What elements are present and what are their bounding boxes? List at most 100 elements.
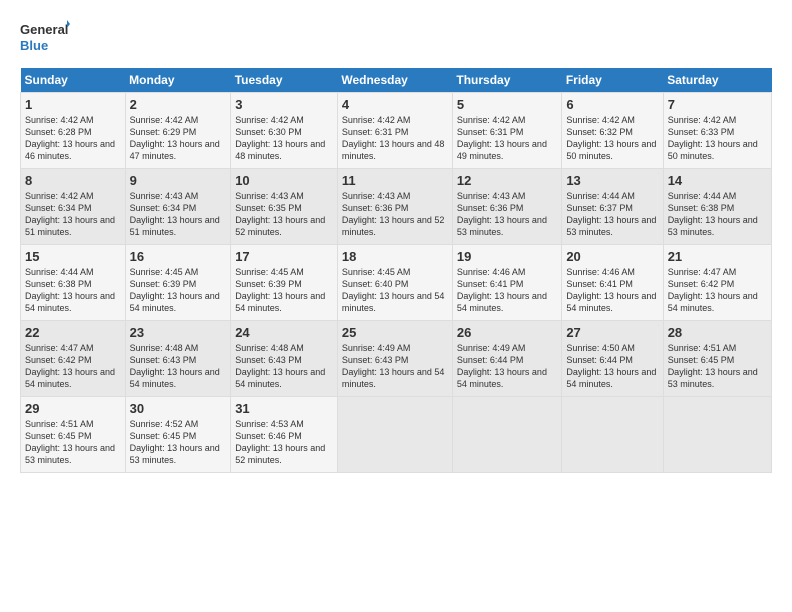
day-number: 29 <box>25 401 121 416</box>
header-day-sunday: Sunday <box>21 68 126 93</box>
calendar-cell: 18 Sunrise: 4:45 AMSunset: 6:40 PMDaylig… <box>337 245 452 321</box>
cell-info: Sunrise: 4:42 AMSunset: 6:31 PMDaylight:… <box>457 115 547 161</box>
day-number: 16 <box>130 249 227 264</box>
cell-info: Sunrise: 4:45 AMSunset: 6:40 PMDaylight:… <box>342 267 445 313</box>
day-number: 10 <box>235 173 333 188</box>
calendar-table: SundayMondayTuesdayWednesdayThursdayFrid… <box>20 68 772 473</box>
cell-info: Sunrise: 4:42 AMSunset: 6:30 PMDaylight:… <box>235 115 325 161</box>
day-number: 15 <box>25 249 121 264</box>
week-row-4: 22 Sunrise: 4:47 AMSunset: 6:42 PMDaylig… <box>21 321 772 397</box>
calendar-cell: 21 Sunrise: 4:47 AMSunset: 6:42 PMDaylig… <box>663 245 771 321</box>
day-number: 30 <box>130 401 227 416</box>
day-number: 23 <box>130 325 227 340</box>
day-number: 17 <box>235 249 333 264</box>
cell-info: Sunrise: 4:42 AMSunset: 6:31 PMDaylight:… <box>342 115 445 161</box>
calendar-cell: 15 Sunrise: 4:44 AMSunset: 6:38 PMDaylig… <box>21 245 126 321</box>
day-number: 20 <box>566 249 658 264</box>
day-number: 21 <box>668 249 767 264</box>
day-number: 18 <box>342 249 448 264</box>
calendar-cell: 10 Sunrise: 4:43 AMSunset: 6:35 PMDaylig… <box>231 169 338 245</box>
header-day-wednesday: Wednesday <box>337 68 452 93</box>
calendar-cell: 28 Sunrise: 4:51 AMSunset: 6:45 PMDaylig… <box>663 321 771 397</box>
cell-info: Sunrise: 4:50 AMSunset: 6:44 PMDaylight:… <box>566 343 656 389</box>
cell-info: Sunrise: 4:53 AMSunset: 6:46 PMDaylight:… <box>235 419 325 465</box>
cell-info: Sunrise: 4:42 AMSunset: 6:29 PMDaylight:… <box>130 115 220 161</box>
calendar-cell: 12 Sunrise: 4:43 AMSunset: 6:36 PMDaylig… <box>452 169 561 245</box>
header-row: SundayMondayTuesdayWednesdayThursdayFrid… <box>21 68 772 93</box>
cell-info: Sunrise: 4:43 AMSunset: 6:36 PMDaylight:… <box>342 191 445 237</box>
calendar-cell: 25 Sunrise: 4:49 AMSunset: 6:43 PMDaylig… <box>337 321 452 397</box>
calendar-cell: 8 Sunrise: 4:42 AMSunset: 6:34 PMDayligh… <box>21 169 126 245</box>
calendar-cell: 20 Sunrise: 4:46 AMSunset: 6:41 PMDaylig… <box>562 245 663 321</box>
calendar-cell: 4 Sunrise: 4:42 AMSunset: 6:31 PMDayligh… <box>337 93 452 169</box>
cell-info: Sunrise: 4:43 AMSunset: 6:34 PMDaylight:… <box>130 191 220 237</box>
day-number: 7 <box>668 97 767 112</box>
day-number: 5 <box>457 97 557 112</box>
calendar-cell: 17 Sunrise: 4:45 AMSunset: 6:39 PMDaylig… <box>231 245 338 321</box>
cell-info: Sunrise: 4:51 AMSunset: 6:45 PMDaylight:… <box>668 343 758 389</box>
cell-info: Sunrise: 4:49 AMSunset: 6:43 PMDaylight:… <box>342 343 445 389</box>
cell-info: Sunrise: 4:42 AMSunset: 6:34 PMDaylight:… <box>25 191 115 237</box>
day-number: 2 <box>130 97 227 112</box>
cell-info: Sunrise: 4:43 AMSunset: 6:35 PMDaylight:… <box>235 191 325 237</box>
calendar-cell: 19 Sunrise: 4:46 AMSunset: 6:41 PMDaylig… <box>452 245 561 321</box>
calendar-cell: 7 Sunrise: 4:42 AMSunset: 6:33 PMDayligh… <box>663 93 771 169</box>
day-number: 6 <box>566 97 658 112</box>
svg-text:Blue: Blue <box>20 38 48 53</box>
header: General Blue <box>20 18 772 58</box>
calendar-cell: 9 Sunrise: 4:43 AMSunset: 6:34 PMDayligh… <box>125 169 231 245</box>
cell-info: Sunrise: 4:42 AMSunset: 6:28 PMDaylight:… <box>25 115 115 161</box>
day-number: 1 <box>25 97 121 112</box>
header-day-tuesday: Tuesday <box>231 68 338 93</box>
day-number: 11 <box>342 173 448 188</box>
calendar-cell: 14 Sunrise: 4:44 AMSunset: 6:38 PMDaylig… <box>663 169 771 245</box>
day-number: 27 <box>566 325 658 340</box>
calendar-cell: 1 Sunrise: 4:42 AMSunset: 6:28 PMDayligh… <box>21 93 126 169</box>
calendar-cell <box>452 397 561 473</box>
calendar-cell: 29 Sunrise: 4:51 AMSunset: 6:45 PMDaylig… <box>21 397 126 473</box>
day-number: 28 <box>668 325 767 340</box>
cell-info: Sunrise: 4:48 AMSunset: 6:43 PMDaylight:… <box>235 343 325 389</box>
calendar-cell: 27 Sunrise: 4:50 AMSunset: 6:44 PMDaylig… <box>562 321 663 397</box>
cell-info: Sunrise: 4:51 AMSunset: 6:45 PMDaylight:… <box>25 419 115 465</box>
calendar-cell: 26 Sunrise: 4:49 AMSunset: 6:44 PMDaylig… <box>452 321 561 397</box>
calendar-cell <box>663 397 771 473</box>
day-number: 26 <box>457 325 557 340</box>
calendar-cell: 2 Sunrise: 4:42 AMSunset: 6:29 PMDayligh… <box>125 93 231 169</box>
calendar-cell: 31 Sunrise: 4:53 AMSunset: 6:46 PMDaylig… <box>231 397 338 473</box>
week-row-2: 8 Sunrise: 4:42 AMSunset: 6:34 PMDayligh… <box>21 169 772 245</box>
calendar-cell: 5 Sunrise: 4:42 AMSunset: 6:31 PMDayligh… <box>452 93 561 169</box>
day-number: 8 <box>25 173 121 188</box>
cell-info: Sunrise: 4:49 AMSunset: 6:44 PMDaylight:… <box>457 343 547 389</box>
cell-info: Sunrise: 4:43 AMSunset: 6:36 PMDaylight:… <box>457 191 547 237</box>
header-day-thursday: Thursday <box>452 68 561 93</box>
logo-svg: General Blue <box>20 18 70 58</box>
day-number: 25 <box>342 325 448 340</box>
cell-info: Sunrise: 4:44 AMSunset: 6:38 PMDaylight:… <box>25 267 115 313</box>
day-number: 12 <box>457 173 557 188</box>
week-row-1: 1 Sunrise: 4:42 AMSunset: 6:28 PMDayligh… <box>21 93 772 169</box>
svg-text:General: General <box>20 22 68 37</box>
calendar-cell: 11 Sunrise: 4:43 AMSunset: 6:36 PMDaylig… <box>337 169 452 245</box>
cell-info: Sunrise: 4:48 AMSunset: 6:43 PMDaylight:… <box>130 343 220 389</box>
cell-info: Sunrise: 4:45 AMSunset: 6:39 PMDaylight:… <box>235 267 325 313</box>
calendar-cell: 3 Sunrise: 4:42 AMSunset: 6:30 PMDayligh… <box>231 93 338 169</box>
day-number: 3 <box>235 97 333 112</box>
calendar-cell: 16 Sunrise: 4:45 AMSunset: 6:39 PMDaylig… <box>125 245 231 321</box>
cell-info: Sunrise: 4:45 AMSunset: 6:39 PMDaylight:… <box>130 267 220 313</box>
day-number: 14 <box>668 173 767 188</box>
cell-info: Sunrise: 4:44 AMSunset: 6:38 PMDaylight:… <box>668 191 758 237</box>
calendar-cell: 6 Sunrise: 4:42 AMSunset: 6:32 PMDayligh… <box>562 93 663 169</box>
cell-info: Sunrise: 4:46 AMSunset: 6:41 PMDaylight:… <box>566 267 656 313</box>
week-row-3: 15 Sunrise: 4:44 AMSunset: 6:38 PMDaylig… <box>21 245 772 321</box>
cell-info: Sunrise: 4:42 AMSunset: 6:32 PMDaylight:… <box>566 115 656 161</box>
week-row-5: 29 Sunrise: 4:51 AMSunset: 6:45 PMDaylig… <box>21 397 772 473</box>
calendar-cell <box>562 397 663 473</box>
day-number: 4 <box>342 97 448 112</box>
cell-info: Sunrise: 4:47 AMSunset: 6:42 PMDaylight:… <box>25 343 115 389</box>
day-number: 13 <box>566 173 658 188</box>
day-number: 19 <box>457 249 557 264</box>
cell-info: Sunrise: 4:52 AMSunset: 6:45 PMDaylight:… <box>130 419 220 465</box>
calendar-cell <box>337 397 452 473</box>
header-day-saturday: Saturday <box>663 68 771 93</box>
